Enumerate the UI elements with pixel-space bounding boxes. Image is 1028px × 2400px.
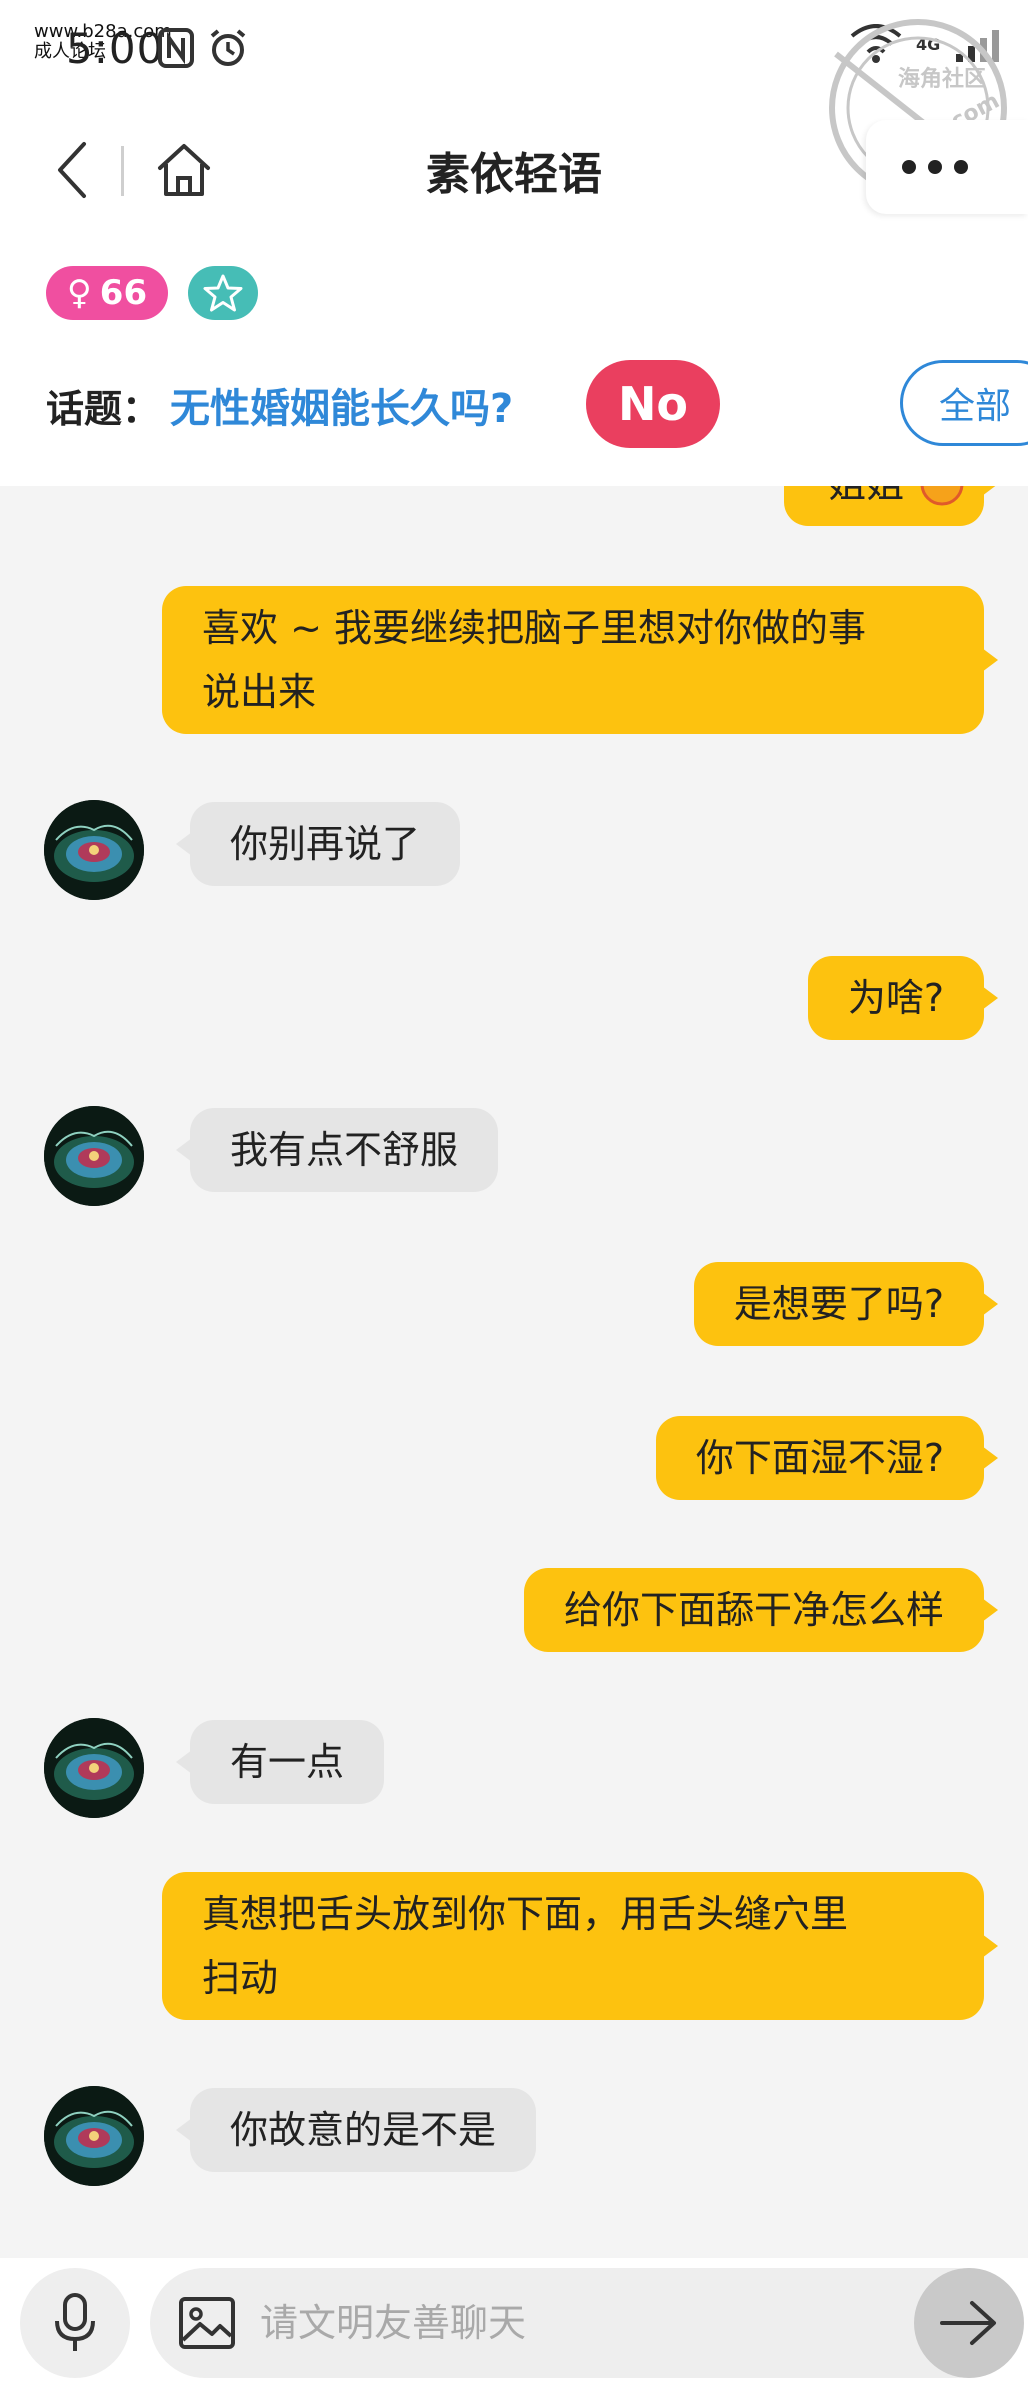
message-line: 给你下面舔干净怎么样 (563, 1588, 944, 1632)
female-icon: ♀ (66, 273, 92, 313)
message-bubble-outgoing: 为啥? (807, 956, 999, 1040)
message-line: 有一点 (230, 1740, 345, 1784)
avatar-image (44, 1106, 144, 1206)
stamp-text: 海角社区 (898, 66, 986, 92)
message-bubble-incoming: 你别再说了 (175, 802, 461, 886)
voice-button[interactable] (20, 2268, 130, 2378)
message-input-wrap (150, 2268, 1010, 2378)
nfc-icon (158, 28, 194, 68)
contact-avatar[interactable] (44, 1106, 144, 1206)
avatar-image (44, 1718, 144, 1818)
topic-link[interactable]: 无性婚姻能长久吗? (170, 376, 513, 434)
no-button[interactable]: No (586, 360, 720, 448)
star-icon (203, 274, 243, 312)
message-bubble-outgoing: 喜欢 ~ 我要继续把脑子里想对你做的事 说出来 (162, 586, 998, 734)
message-bubble-incoming: 你故意的是不是 (175, 2088, 537, 2172)
status-icons (158, 28, 248, 68)
message-line: 你故意的是不是 (230, 2108, 497, 2152)
message-line: 为啥? (847, 976, 944, 1020)
contact-avatar[interactable] (44, 1718, 144, 1818)
message-bubble-incoming: 我有点不舒服 (175, 1108, 499, 1192)
message-line: 你下面湿不湿? (695, 1436, 944, 1480)
chat-area[interactable]: 姐姐 喜欢 ~ 我要继续把脑子里想对你做的事 说出来 你别再说了 为啥? (0, 486, 1028, 2258)
contact-avatar[interactable] (44, 2086, 144, 2186)
message-bubble-outgoing: 真想把舌头放到你下面，用舌头缝穴里 扫动 (162, 1872, 998, 2020)
more-icon (902, 160, 968, 174)
more-button[interactable] (866, 120, 1028, 214)
age-value: 66 (99, 273, 148, 313)
message-line: 说出来 (202, 670, 317, 714)
message-line: 是想要了吗? (733, 1282, 944, 1326)
avatar-image (44, 2086, 144, 2186)
send-button[interactable] (914, 2268, 1024, 2378)
avatar-image (44, 800, 144, 900)
message-line: 我有点不舒服 (230, 1128, 459, 1172)
status-time: 5:00 (66, 24, 165, 73)
emoji-icon (920, 486, 964, 506)
image-icon[interactable] (178, 2296, 236, 2350)
all-topics-button[interactable]: 全部 (900, 360, 1028, 446)
message-line: 扫动 (202, 1956, 279, 2000)
message-bubble-incoming: 有一点 (175, 1720, 385, 1804)
message-line: 喜欢 ~ 我要继续把脑子里想对你做的事 (202, 606, 866, 650)
message-line: 姐姐 (828, 486, 904, 516)
message-input[interactable] (260, 2268, 860, 2378)
topic-label: 话题： (46, 387, 161, 431)
message-bubble-outgoing: 你下面湿不湿? (655, 1416, 999, 1500)
contact-avatar[interactable] (44, 800, 144, 900)
gender-age-badge: ♀ 66 (46, 266, 168, 320)
send-arrow-icon (940, 2301, 996, 2345)
input-bar (0, 2258, 1028, 2400)
top-panel: www.b28a.com 成人论坛 5:00 4G 海角社区 素依轻语 ♀ 66… (0, 0, 1028, 486)
message-line: 真想把舌头放到你下面，用舌头缝穴里 (202, 1892, 849, 1936)
microphone-icon (55, 2293, 95, 2351)
message-bubble-outgoing: 姐姐 (783, 486, 999, 526)
favorite-button[interactable] (188, 266, 258, 320)
message-bubble-outgoing: 是想要了吗? (693, 1262, 999, 1346)
message-bubble-outgoing: 给你下面舔干净怎么样 (523, 1568, 999, 1652)
alarm-icon (210, 29, 246, 66)
message-line: 你别再说了 (230, 822, 421, 866)
